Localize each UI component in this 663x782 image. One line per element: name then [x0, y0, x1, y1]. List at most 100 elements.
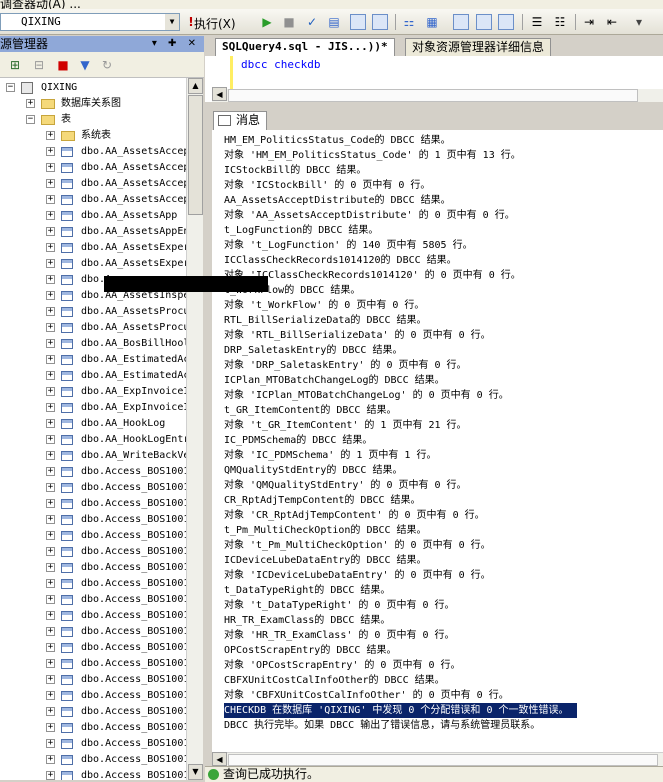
debug-play-icon[interactable]: ▶	[260, 15, 274, 29]
expand-icon[interactable]: +	[46, 227, 55, 236]
chevron-down-icon[interactable]: ▼	[165, 14, 179, 30]
scroll-left-icon[interactable]: ◀	[212, 752, 227, 766]
scroll-down-icon[interactable]: ▼	[188, 764, 203, 780]
parse-check-icon[interactable]: ✓	[305, 15, 319, 29]
plan-icon[interactable]: ⚏	[402, 15, 416, 29]
tree-folder[interactable]: + 系统表	[0, 128, 186, 144]
tree-table[interactable]: + dbo.AA_BosBillHool	[0, 336, 186, 352]
indent-icon[interactable]: ⇥	[582, 15, 596, 29]
editor-horizontal-scrollbar[interactable]: ◀	[212, 87, 663, 102]
pin-close-icons[interactable]: ▾ ✚ ✕	[152, 36, 200, 52]
expand-icon[interactable]: +	[46, 611, 55, 620]
results-to-grid-toggle[interactable]	[476, 14, 492, 30]
expand-icon[interactable]: +	[46, 355, 55, 364]
tree-table[interactable]: + dbo.AA_EstimatedAc	[0, 352, 186, 368]
tree-table[interactable]: + dbo.Access_BOS1001	[0, 544, 186, 560]
tree-table[interactable]: + dbo.Access_BOS1001	[0, 496, 186, 512]
tree-table[interactable]: + dbo.AA_AssetsProcu	[0, 304, 186, 320]
expand-icon[interactable]: +	[46, 195, 55, 204]
object-explorer-scrollbar[interactable]: ▲ ▼	[186, 78, 203, 780]
uncomment-icon[interactable]: ☷	[553, 15, 567, 29]
execute-button[interactable]: 执行(X)	[194, 15, 236, 32]
connect-icon[interactable]: ⊞	[8, 58, 22, 72]
expand-icon[interactable]: +	[46, 499, 55, 508]
expand-icon[interactable]: +	[46, 243, 55, 252]
query-design-icon[interactable]: ▤	[327, 15, 341, 29]
tree-table[interactable]: + dbo.Access_BOS1001	[0, 480, 186, 496]
expand-icon[interactable]: +	[46, 547, 55, 556]
expand-icon[interactable]: +	[46, 291, 55, 300]
tree-table[interactable]: + dbo.Access_BOS1001	[0, 656, 186, 672]
database-select[interactable]: QIXING ▼	[0, 13, 180, 31]
tree-table[interactable]: + dbo.AA_AssetsExper	[0, 256, 186, 272]
expand-icon[interactable]: +	[46, 755, 55, 764]
messages-pane[interactable]: HM_EM_PoliticsStatus_Code的 DBCC 结果。 对象 'H…	[212, 130, 663, 752]
scroll-thumb[interactable]	[188, 95, 203, 215]
tree-table[interactable]: + dbo.Access_BOS1001	[0, 672, 186, 688]
expand-icon[interactable]: +	[46, 739, 55, 748]
expand-icon[interactable]: +	[46, 595, 55, 604]
tree-table[interactable]: + dbo.Access_BOS1001	[0, 528, 186, 544]
tree-table[interactable]: + dbo.Access_BOS1001	[0, 608, 186, 624]
tree-table[interactable]: + dbo.AA_ExpInvoiceI	[0, 384, 186, 400]
tree-table[interactable]: + dbo.Access_BOS1001	[0, 512, 186, 528]
expand-icon[interactable]: +	[46, 339, 55, 348]
include-plan-toggle[interactable]	[453, 14, 469, 30]
scroll-thumb[interactable]	[228, 754, 658, 766]
expand-icon[interactable]: +	[46, 723, 55, 732]
expand-icon[interactable]: +	[46, 275, 55, 284]
query-text[interactable]: dbcc checkdb	[241, 58, 320, 71]
collapse-icon[interactable]: −	[6, 83, 15, 92]
expand-icon[interactable]: +	[26, 99, 35, 108]
stop-icon[interactable]: ■	[282, 15, 296, 29]
outdent-icon[interactable]: ⇤	[605, 15, 619, 29]
results-grid-toggle[interactable]	[372, 14, 388, 30]
expand-icon[interactable]: +	[46, 579, 55, 588]
tree-table[interactable]: + dbo.AA_AssetsAppEn	[0, 224, 186, 240]
expand-icon[interactable]: +	[46, 419, 55, 428]
expand-icon[interactable]: +	[46, 659, 55, 668]
expand-icon[interactable]: +	[46, 451, 55, 460]
tree-table[interactable]: + dbo.AA_AssetsExper	[0, 240, 186, 256]
expand-icon[interactable]: +	[46, 627, 55, 636]
expand-icon[interactable]: +	[46, 259, 55, 268]
tree-table[interactable]: + dbo.Access_BOS1001	[0, 768, 186, 780]
tree-table[interactable]: + dbo.AA_AssetsAccep	[0, 144, 186, 160]
expand-icon[interactable]: +	[46, 467, 55, 476]
expand-icon[interactable]: +	[46, 131, 55, 140]
refresh-icon[interactable]: ↻	[100, 58, 114, 72]
template-icon[interactable]: ▾	[632, 15, 646, 29]
tab-messages[interactable]: 消息	[213, 111, 268, 130]
tree-table[interactable]: + dbo.AA_AssetsAccep	[0, 160, 186, 176]
expand-icon[interactable]: +	[46, 563, 55, 572]
disconnect-icon[interactable]: ⊟	[32, 58, 46, 72]
tree-table[interactable]: + dbo.Access_BOS1001	[0, 688, 186, 704]
scroll-up-icon[interactable]: ▲	[188, 78, 203, 94]
expand-icon[interactable]: +	[46, 323, 55, 332]
tree-server[interactable]: − QIXING	[0, 80, 186, 96]
tree-table[interactable]: + dbo.AA_WriteBackVe	[0, 448, 186, 464]
tree-table[interactable]: + dbo.AA_AssetsAccep	[0, 192, 186, 208]
tab-object-explorer-details[interactable]: 对象资源管理器详细信息	[405, 38, 552, 56]
filter-icon[interactable]: ▼	[78, 58, 92, 72]
expand-icon[interactable]: +	[46, 691, 55, 700]
expand-icon[interactable]: +	[46, 307, 55, 316]
tab-sqlquery[interactable]: SQLQuery4.sql - JIS...))*	[215, 38, 395, 56]
tree-table[interactable]: + dbo.Access_BOS1001	[0, 592, 186, 608]
tree-table[interactable]: + dbo.Access_BOS1001	[0, 624, 186, 640]
expand-icon[interactable]: +	[46, 531, 55, 540]
tree-table[interactable]: + dbo.Access_BOS1001	[0, 736, 186, 752]
scroll-left-icon[interactable]: ◀	[212, 87, 227, 101]
tree-table[interactable]: + dbo.Access_BOS1001	[0, 560, 186, 576]
tree-table[interactable]: + dbo.AA_ExpInvoiceI	[0, 400, 186, 416]
tree-folder[interactable]: + 数据库关系图	[0, 96, 186, 112]
expand-icon[interactable]: +	[46, 371, 55, 380]
client-stats-icon[interactable]: ▦	[425, 15, 439, 29]
tree-table[interactable]: + dbo.AA_HookLogEntr	[0, 432, 186, 448]
tree-table[interactable]: + dbo.AA_AssetsProcu	[0, 320, 186, 336]
tree-table[interactable]: + dbo.Access_BOS1001	[0, 704, 186, 720]
results-to-file-toggle[interactable]	[498, 14, 514, 30]
stop-icon[interactable]: ■	[56, 58, 70, 72]
tree-table[interactable]: + dbo.Access_BOS1001	[0, 464, 186, 480]
expand-icon[interactable]: +	[46, 643, 55, 652]
